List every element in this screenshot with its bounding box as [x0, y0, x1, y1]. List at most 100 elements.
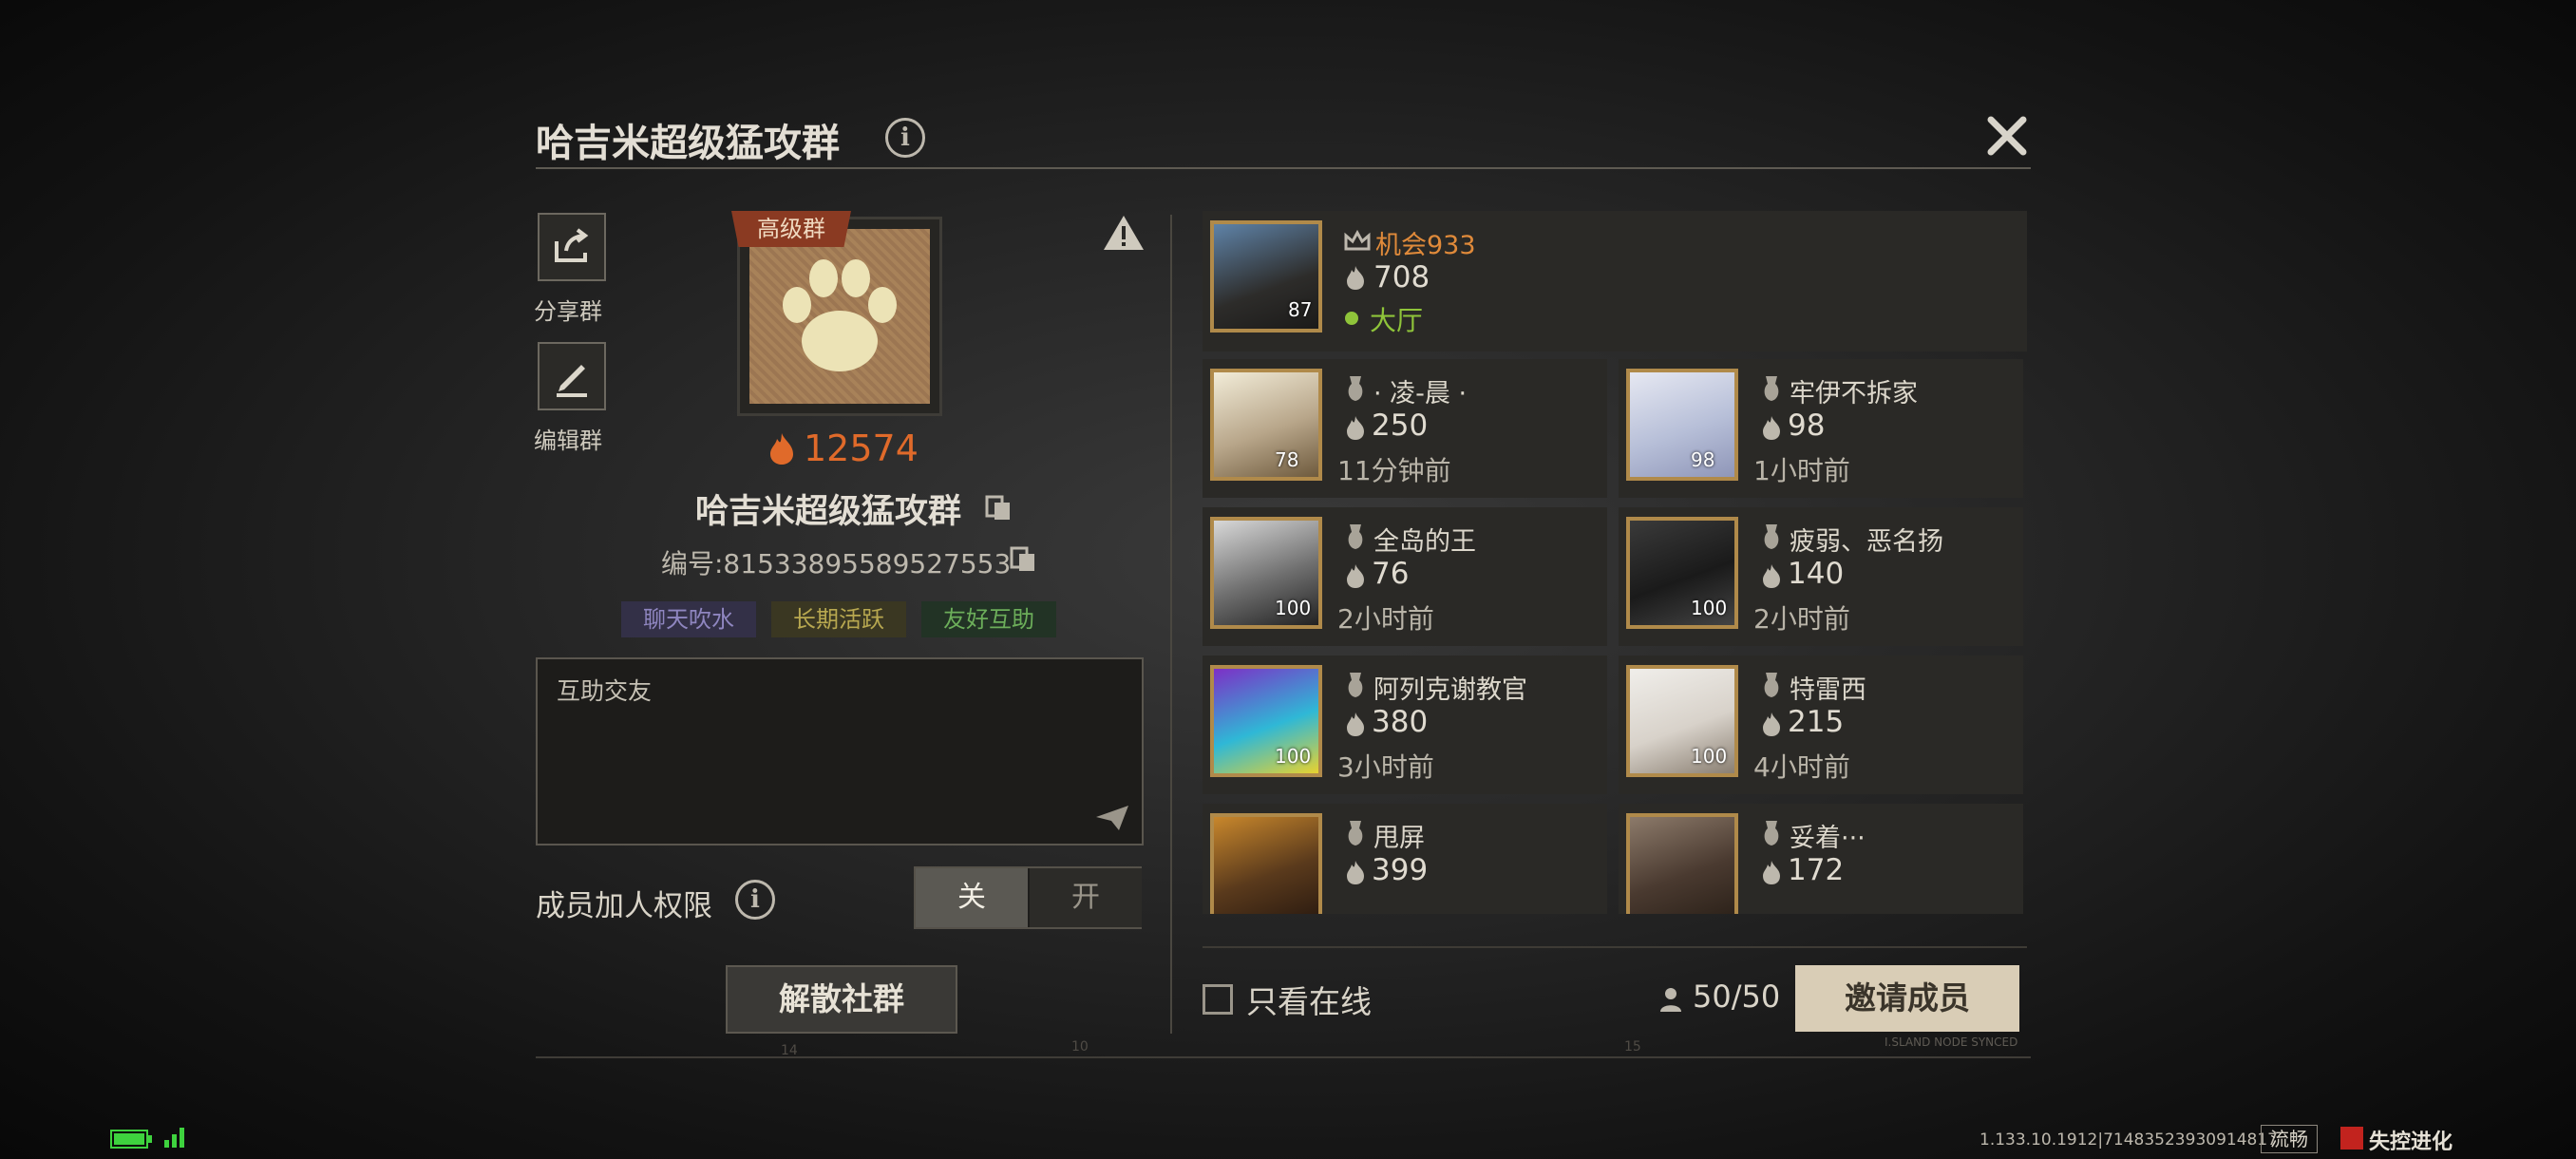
tag-active: 长期活跃 — [771, 601, 906, 637]
rank-icon — [1764, 821, 1779, 846]
person-icon — [1660, 988, 1681, 1012]
description-box[interactable]: 互助交友 — [536, 657, 1144, 846]
member-status: 2小时前 — [1753, 603, 1850, 635]
footer-divider — [1203, 946, 2027, 948]
share-label: 分享群 — [534, 298, 602, 325]
member-level: 100 — [1275, 745, 1312, 768]
rank-icon — [1764, 524, 1779, 549]
fire-icon — [1763, 416, 1780, 440]
info-icon[interactable]: i — [735, 880, 775, 920]
edit-label: 编辑群 — [534, 428, 602, 454]
panel-divider — [1170, 215, 1172, 1034]
member-name: 全岛的王 — [1373, 527, 1476, 557]
member-name: 牢伊不拆家 — [1790, 379, 1918, 408]
header-divider — [536, 167, 2031, 169]
network-badge: 流畅 — [2261, 1125, 2318, 1153]
close-icon[interactable] — [1983, 112, 2031, 160]
permission-label: 成员加人权限 — [536, 889, 712, 923]
member-name: · 凌-晨 · — [1373, 379, 1468, 408]
avatar — [1210, 813, 1322, 914]
member-level: 87 — [1288, 298, 1313, 321]
online-dot — [1345, 312, 1358, 325]
page-title: 哈吉米超级猛攻群 — [536, 122, 840, 165]
rank-icon — [1348, 673, 1363, 697]
member-name: 阿列克谢教官 — [1373, 675, 1527, 705]
member-level: 78 — [1275, 448, 1299, 471]
member-name: 特雷西 — [1790, 675, 1866, 705]
fire-icon — [1763, 564, 1780, 588]
group-id: 编号:815338955895275​53 — [661, 548, 1012, 580]
copy-icon[interactable] — [1009, 545, 1039, 574]
member-status: 大厅 — [1370, 305, 1424, 336]
ruler-tick: 15 — [1624, 1039, 1641, 1054]
fire-icon — [1347, 712, 1364, 736]
rank-icon — [1348, 524, 1363, 549]
ruler-tick: 10 — [1071, 1039, 1089, 1054]
fire-icon — [770, 433, 793, 465]
member-score: 708 — [1373, 260, 1430, 294]
rank-icon — [1348, 821, 1363, 846]
member-name: 妥着··· — [1790, 824, 1866, 853]
toggle-on[interactable]: 开 — [1030, 868, 1142, 927]
group-heat: 12574 — [804, 428, 919, 469]
member-score: 76 — [1372, 557, 1410, 591]
member-score: 399 — [1372, 853, 1429, 887]
info-icon[interactable]: i — [885, 118, 925, 158]
member-name: 甩屏 — [1373, 824, 1425, 853]
member-name: 疲弱、恶名扬 — [1790, 527, 1943, 557]
paw-icon — [783, 259, 897, 371]
member-score: 172 — [1788, 853, 1845, 887]
rank-icon — [1764, 673, 1779, 697]
fire-icon — [1347, 564, 1364, 588]
member-row[interactable]: 98 牢伊不拆家 98 1小时前 — [1619, 359, 2023, 498]
fire-icon — [1763, 861, 1780, 884]
battery-icon — [110, 1130, 152, 1149]
online-only-label: 只看在线 — [1246, 983, 1372, 1020]
disband-button[interactable]: 解散社群 — [726, 965, 957, 1034]
member-name: 机会933 — [1375, 231, 1476, 260]
member-status: 2小时前 — [1337, 603, 1434, 635]
toggle-off[interactable]: 关 — [916, 868, 1028, 927]
share-icon — [555, 228, 589, 262]
send-icon[interactable] — [1094, 804, 1130, 832]
member-score: 98 — [1788, 408, 1826, 443]
copy-icon[interactable] — [984, 494, 1014, 522]
description-text: 互助交友 — [557, 677, 653, 705]
ruler-tick: 14 — [781, 1043, 798, 1058]
member-level: 100 — [1691, 745, 1728, 768]
member-row[interactable]: 100 阿列克谢教官 380 3小时前 — [1203, 656, 1607, 794]
member-row[interactable]: 100 疲弱、恶名扬 140 2小时前 — [1619, 507, 2023, 646]
member-row[interactable]: 100 特雷西 215 4小时前 — [1619, 656, 2023, 794]
bottom-ruler — [536, 1056, 2031, 1058]
member-status: 4小时前 — [1753, 751, 1850, 783]
avatar — [1210, 369, 1322, 481]
member-status: 3小时前 — [1337, 751, 1434, 783]
member-count: 50/50 — [1693, 978, 1781, 1015]
fire-icon — [1347, 266, 1364, 290]
member-score: 140 — [1788, 557, 1845, 591]
invite-button[interactable]: 邀请成员 — [1795, 965, 2019, 1032]
member-status: 11分钟前 — [1337, 455, 1451, 486]
permission-toggle[interactable]: 关 开 — [914, 866, 1142, 929]
member-score: 215 — [1788, 705, 1845, 739]
member-level: 100 — [1275, 597, 1312, 619]
signal-icon — [164, 1128, 184, 1148]
member-row-leader[interactable]: 87 机会933 708 大厅 — [1203, 211, 2027, 352]
group-tier-badge: 高级群 — [731, 211, 851, 247]
online-only-checkbox[interactable] — [1203, 984, 1233, 1015]
rank-icon — [1348, 376, 1363, 401]
member-level: 100 — [1691, 597, 1728, 619]
member-row[interactable]: 78 · 凌-晨 · 250 11分钟前 — [1203, 359, 1607, 498]
tag-friendly: 友好互助 — [921, 601, 1056, 637]
member-score: 380 — [1372, 705, 1429, 739]
island-caption: I.SLAND NODE SYNCED — [1885, 1036, 2018, 1049]
share-button[interactable] — [538, 213, 606, 281]
edit-icon — [557, 365, 587, 397]
edit-button[interactable] — [538, 342, 606, 410]
warning-icon[interactable] — [1102, 213, 1146, 253]
member-row[interactable]: 妥着··· 172 — [1619, 804, 2023, 914]
member-row[interactable]: 甩屏 399 — [1203, 804, 1607, 914]
group-name: 哈吉米超级猛攻群 — [695, 493, 962, 531]
member-status: 1小时前 — [1753, 455, 1850, 486]
member-row[interactable]: 100 全岛的王 76 2小时前 — [1203, 507, 1607, 646]
